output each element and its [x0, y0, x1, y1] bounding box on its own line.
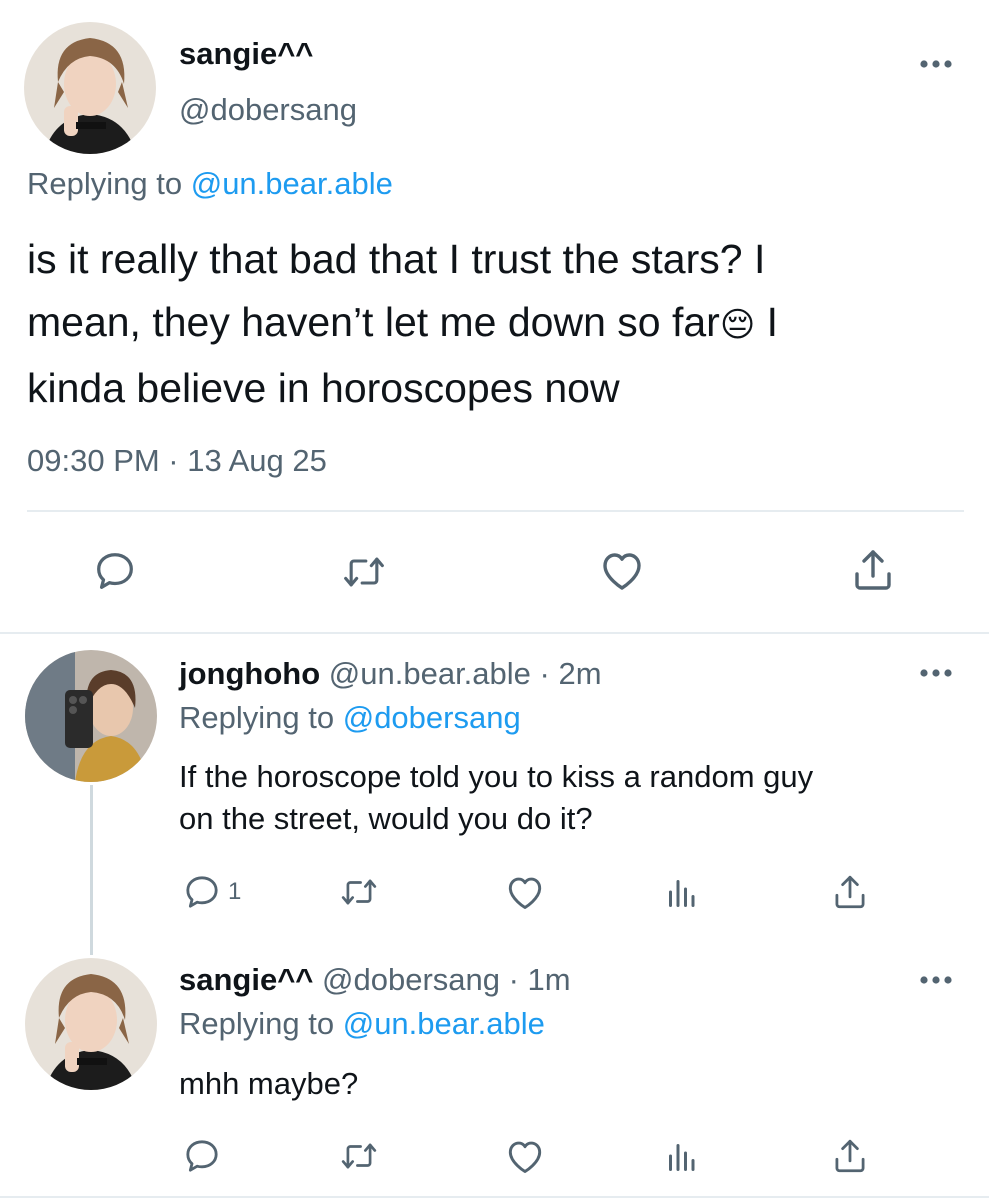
analytics-icon	[669, 880, 695, 907]
reply-header: sangie^^ @dobersang · 1m	[179, 962, 571, 998]
section-divider	[0, 632, 989, 634]
more-options-icon[interactable]	[918, 667, 954, 679]
retweet-button[interactable]	[338, 1137, 380, 1175]
retweet-icon	[344, 557, 384, 587]
thread-connector	[90, 785, 93, 955]
reply-text: mhh maybe?	[179, 1066, 359, 1101]
like-button[interactable]	[504, 873, 546, 911]
author-display-name[interactable]: jonghoho	[179, 656, 320, 691]
replying-to: Replying to @un.bear.able	[27, 166, 393, 202]
replying-to-prefix: Replying to	[179, 1006, 343, 1041]
tweet-timestamp[interactable]: 09:30 PM · 13 Aug 25	[27, 443, 327, 479]
reply-icon	[186, 1140, 218, 1172]
tweet-text-line: kinda believe in horoscopes now	[27, 365, 620, 411]
replying-to-link[interactable]: @un.bear.able	[191, 166, 393, 201]
replying-to-link[interactable]: @un.bear.able	[343, 1006, 545, 1041]
like-button[interactable]	[598, 548, 646, 592]
avatar-sangie[interactable]	[25, 958, 157, 1090]
reply-text: If the horoscope told you to kiss a rand…	[179, 756, 969, 840]
analytics-button[interactable]	[666, 1138, 696, 1174]
more-options-icon[interactable]	[918, 974, 954, 986]
tweet-text-line: is it really that bad that I trust the s…	[27, 236, 766, 282]
retweet-icon	[341, 1143, 377, 1169]
author-handle-time[interactable]: @dobersang · 1m	[313, 962, 571, 997]
like-button[interactable]	[504, 1137, 546, 1175]
avatar-sangie[interactable]	[24, 22, 156, 154]
share-icon	[835, 1139, 865, 1173]
avatar-sangie-image	[24, 22, 156, 154]
tweet-text-segment: I	[755, 299, 779, 345]
avatar-jonghoho[interactable]	[25, 650, 157, 782]
tweet-text: is it really that bad that I trust the s…	[27, 228, 957, 420]
share-icon	[855, 550, 891, 590]
reply-header: jonghoho @un.bear.able · 2m	[179, 656, 602, 692]
analytics-icon	[669, 1144, 695, 1171]
author-handle-time[interactable]: @un.bear.able · 2m	[320, 656, 602, 691]
like-icon	[508, 1141, 542, 1174]
share-icon	[835, 875, 865, 909]
author-display-name[interactable]: sangie^^	[179, 36, 313, 72]
avatar-sangie-image	[25, 958, 157, 1090]
avatar-jonghoho-image	[25, 650, 157, 782]
tweet-text-line: mean, they haven’t let me down so far😔 I	[27, 291, 957, 357]
retweet-button[interactable]	[340, 550, 388, 594]
replying-to: Replying to @un.bear.able	[179, 1006, 545, 1042]
share-button[interactable]	[832, 1136, 868, 1176]
reply-text-line: If the horoscope told you to kiss a rand…	[179, 759, 814, 794]
replying-to-prefix: Replying to	[27, 166, 191, 201]
like-icon	[508, 877, 542, 910]
like-icon	[603, 553, 641, 590]
share-button[interactable]	[832, 872, 868, 912]
divider	[27, 510, 964, 512]
analytics-button[interactable]	[666, 874, 696, 910]
author-handle[interactable]: @dobersang	[179, 92, 357, 128]
reply-text-line: on the street, would you do it?	[179, 801, 593, 836]
reply-icon	[97, 553, 133, 589]
divider	[0, 1196, 989, 1198]
replying-to: Replying to @dobersang	[179, 700, 521, 736]
reply-count: 1	[228, 878, 242, 905]
tweet-text-segment: mean, they haven’t let me down so far	[27, 299, 720, 345]
reply-button[interactable]	[92, 548, 138, 594]
more-options-icon[interactable]	[918, 58, 954, 70]
retweet-button[interactable]	[338, 873, 380, 911]
reply-icon	[186, 876, 218, 908]
reply-button[interactable]: 1	[182, 872, 241, 912]
replying-to-prefix: Replying to	[179, 700, 343, 735]
pensive-emoji: 😔	[719, 306, 756, 344]
reply-button[interactable]	[182, 1136, 222, 1176]
author-display-name[interactable]: sangie^^	[179, 962, 313, 997]
replying-to-link[interactable]: @dobersang	[343, 700, 521, 735]
retweet-icon	[341, 879, 377, 905]
share-button[interactable]	[851, 546, 895, 594]
